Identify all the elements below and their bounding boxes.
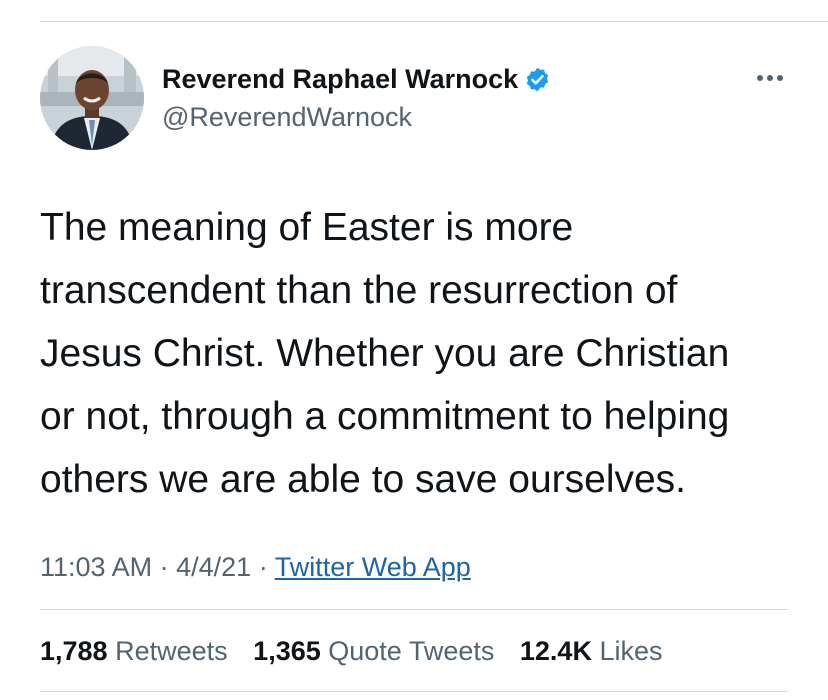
more-dot-icon xyxy=(757,75,763,81)
quote-tweets-stat[interactable]: 1,365 Quote Tweets xyxy=(253,636,494,666)
display-name-row: Reverend Raphael Warnock xyxy=(162,62,551,96)
more-dot-icon xyxy=(767,75,773,81)
retweets-stat[interactable]: 1,788 Retweets xyxy=(40,636,228,666)
quote-tweets-count: 1,365 xyxy=(253,636,321,666)
tweet-text-line: or not, through a commitment to helping xyxy=(40,395,730,438)
tweet-text-line: The meaning of Easter is more xyxy=(40,206,574,249)
top-divider xyxy=(40,21,828,22)
stats-divider-bottom xyxy=(40,691,788,692)
engagement-stats: 1,788 Retweets 1,365 Quote Tweets 12.4K … xyxy=(40,634,681,668)
meta-separator: · xyxy=(258,552,268,582)
more-options-button[interactable] xyxy=(748,62,792,94)
tweet-text-line: Jesus Christ. Whether you are Christian xyxy=(40,332,730,375)
avatar-photo-icon xyxy=(40,46,144,150)
tweet-date[interactable]: 4/4/21 xyxy=(176,552,251,582)
retweets-count: 1,788 xyxy=(40,636,108,666)
verified-badge-icon xyxy=(524,66,551,93)
avatar[interactable] xyxy=(40,46,144,150)
retweets-label: Retweets xyxy=(115,636,228,666)
user-handle[interactable]: @ReverendWarnock xyxy=(162,100,412,134)
likes-label: Likes xyxy=(599,636,663,666)
likes-stat[interactable]: 12.4K Likes xyxy=(520,636,663,666)
tweet-meta: 11:03 AM · 4/4/21 · Twitter Web App xyxy=(40,550,471,584)
display-name[interactable]: Reverend Raphael Warnock xyxy=(162,62,518,96)
tweet-time[interactable]: 11:03 AM xyxy=(40,552,152,582)
tweet-text-line: transcendent than the resurrection of xyxy=(40,269,678,312)
likes-count: 12.4K xyxy=(519,636,592,666)
tweet-text-line: others we are able to save ourselves. xyxy=(40,458,687,501)
tweet-text: The meaning of Easter is more transcende… xyxy=(40,196,810,511)
source-link[interactable]: Twitter Web App xyxy=(275,552,471,582)
quote-tweets-label: Quote Tweets xyxy=(328,636,495,666)
stats-divider-top xyxy=(40,609,788,610)
meta-separator: · xyxy=(159,552,169,582)
more-dot-icon xyxy=(777,75,783,81)
